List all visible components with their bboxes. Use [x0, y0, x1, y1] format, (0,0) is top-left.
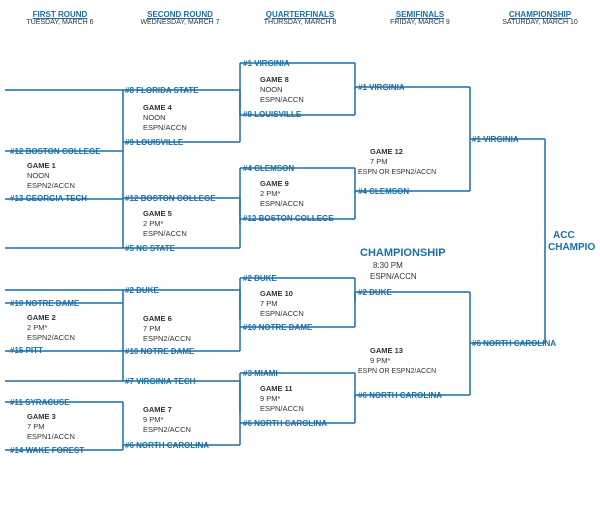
game8-label: GAME 8	[260, 75, 289, 84]
round-header-2: SECOND ROUND WEDNESDAY, MARCH 7	[130, 10, 230, 26]
game2-time: 2 PM*	[27, 323, 48, 332]
champ-title: CHAMPIONSHIP	[360, 247, 446, 259]
game2-label: GAME 2	[27, 313, 56, 322]
game11-time: 9 PM*	[260, 394, 281, 403]
game11-label: GAME 11	[260, 384, 293, 393]
round-header-4: SEMIFINALS FRIDAY, MARCH 9	[370, 10, 470, 26]
game6-time: 7 PM	[143, 324, 161, 333]
round-3-date: THURSDAY, MARCH 8	[250, 19, 350, 26]
acc-champ-1: ACC	[553, 230, 575, 241]
game12-label: GAME 12	[370, 147, 403, 156]
round-5-name: CHAMPIONSHIP	[490, 10, 590, 19]
game8-time: NOON	[260, 85, 283, 94]
game10-label: GAME 10	[260, 289, 293, 298]
round-1-date: TUESDAY, MARCH 6	[10, 19, 110, 26]
game3-label: GAME 3	[27, 412, 56, 421]
game10-time: 7 PM	[260, 299, 278, 308]
game13-label: GAME 13	[370, 346, 403, 355]
game5-time: 2 PM*	[143, 219, 164, 228]
game1-network: ESPN2/ACCN	[27, 181, 75, 190]
game3-network: ESPN1/ACCN	[27, 432, 75, 441]
game7-label: GAME 7	[143, 405, 172, 414]
game9-label: GAME 9	[260, 179, 289, 188]
round-header-3: QUARTERFINALS THURSDAY, MARCH 8	[250, 10, 350, 26]
game4-time: NOON	[143, 113, 166, 122]
game13-network: ESPN OR ESPN2/ACCN	[358, 368, 436, 375]
champ-time: 8:30 PM	[373, 261, 403, 270]
round-5-date: SATURDAY, MARCH 10	[490, 19, 590, 26]
game12-network: ESPN OR ESPN2/ACCN	[358, 169, 436, 176]
bracket-svg: #12 BOSTON COLLEGE GAME 1 NOON ESPN2/ACC…	[5, 38, 595, 498]
game13-time: 9 PM*	[370, 356, 391, 365]
game7-network: ESPN2/ACCN	[143, 425, 191, 434]
game9-network: ESPN/ACCN	[260, 199, 304, 208]
game4-network: ESPN/ACCN	[143, 123, 187, 132]
game1-label: GAME 1	[27, 161, 56, 170]
game7-time: 9 PM*	[143, 415, 164, 424]
round-2-date: WEDNESDAY, MARCH 7	[130, 19, 230, 26]
game11-network: ESPN/ACCN	[260, 404, 304, 413]
round-1-name: FIRST ROUND	[10, 10, 110, 19]
game8-network: ESPN/ACCN	[260, 95, 304, 104]
round-4-name: SEMIFINALS	[370, 10, 470, 19]
game4-label: GAME 4	[143, 103, 173, 112]
acc-champ-2: CHAMPION	[548, 242, 595, 253]
round-header-5: CHAMPIONSHIP SATURDAY, MARCH 10	[490, 10, 590, 26]
team-6nc-champ: #6 NORTH CAROLINA	[472, 339, 556, 348]
round-2-name: SECOND ROUND	[130, 10, 230, 19]
game5-network: ESPN/ACCN	[143, 229, 187, 238]
rounds-header: FIRST ROUND TUESDAY, MARCH 6 SECOND ROUN…	[5, 10, 595, 26]
game3-time: 7 PM	[27, 422, 45, 431]
game12-time: 7 PM	[370, 157, 388, 166]
game2-network: ESPN2/ACCN	[27, 333, 75, 342]
game5-label: GAME 5	[143, 209, 172, 218]
game10-network: ESPN/ACCN	[260, 309, 304, 318]
bracket-container: FIRST ROUND TUESDAY, MARCH 6 SECOND ROUN…	[0, 0, 600, 506]
round-4-date: FRIDAY, MARCH 9	[370, 19, 470, 26]
champ-network: ESPN/ACCN	[370, 272, 417, 281]
game6-label: GAME 6	[143, 314, 172, 323]
game6-network: ESPN2/ACCN	[143, 334, 191, 343]
game1-time: NOON	[27, 171, 50, 180]
game9-time: 2 PM*	[260, 189, 281, 198]
round-3-name: QUARTERFINALS	[250, 10, 350, 19]
round-header-1: FIRST ROUND TUESDAY, MARCH 6	[10, 10, 110, 26]
